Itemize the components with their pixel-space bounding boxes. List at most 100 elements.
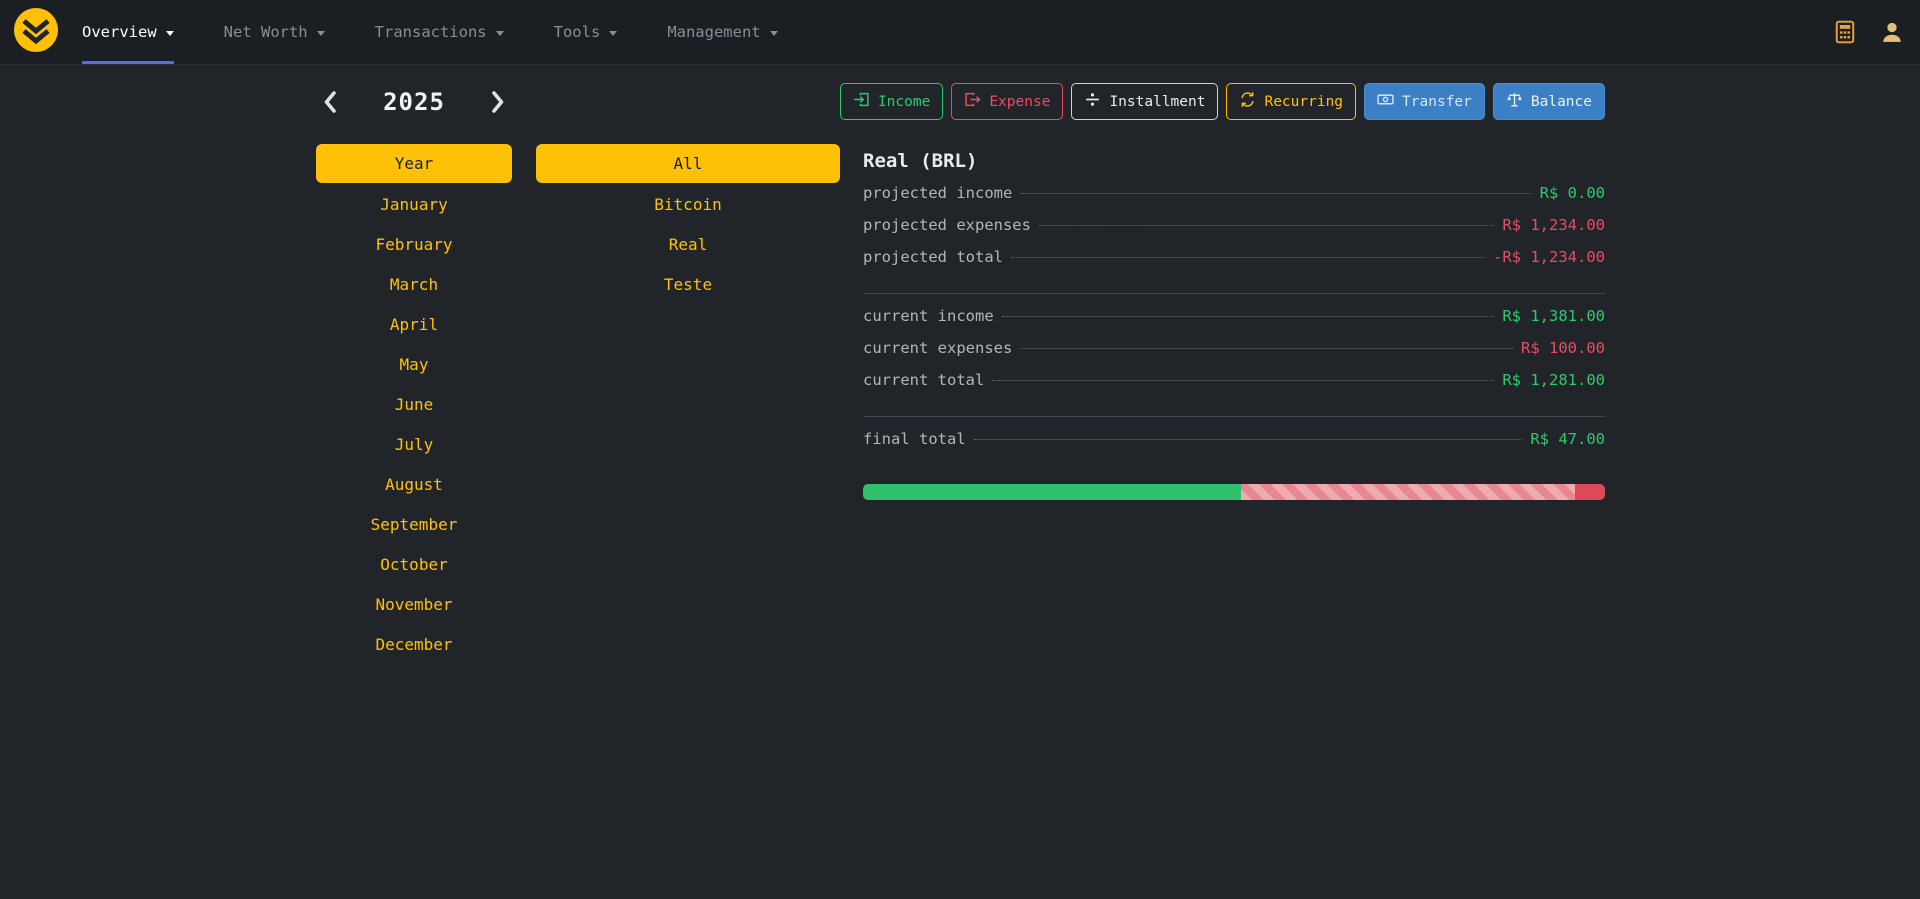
wallet-item-real[interactable]: Real [536,224,840,264]
nav-item-management[interactable]: Management [667,0,777,64]
period-selector-panel: 2025 Year January February March April M… [316,86,840,664]
divider [863,293,1605,294]
summary-row-projected-expenses: projected expenses R$ 1,234.00 [863,216,1605,248]
chevron-left-icon [322,102,337,117]
month-item-november[interactable]: November [316,584,512,624]
row-label: current expenses [863,339,1012,357]
chevron-down-icon [609,31,617,36]
row-value: R$ 100.00 [1521,339,1605,357]
wallets-column: All Bitcoin Real Teste [536,144,840,304]
row-value: R$ 1,381.00 [1502,307,1605,325]
row-value: R$ 47.00 [1530,430,1605,448]
previous-year-button[interactable] [318,86,341,118]
month-item-december[interactable]: December [316,624,512,664]
all-wallets-button[interactable]: All [536,144,840,183]
year-label: 2025 [383,88,445,116]
chevron-down-icon [496,31,504,36]
transfer-filter-button[interactable]: Transfer [1364,83,1485,120]
summary-row-current-expenses: current expenses R$ 100.00 [863,339,1605,371]
filter-label: Income [878,94,930,110]
expense-filter-button[interactable]: Expense [951,83,1063,120]
month-item-may[interactable]: May [316,344,512,384]
year-filter-button[interactable]: Year [316,144,512,183]
progress-income-segment [863,484,1241,500]
currency-title: Real (BRL) [863,150,1605,172]
income-expense-progress-bar [863,484,1605,500]
user-profile-button[interactable] [1878,18,1906,46]
month-item-june[interactable]: June [316,384,512,424]
chevron-down-icon [770,31,778,36]
calculator-icon [1834,32,1856,47]
month-item-march[interactable]: March [316,264,512,304]
summary-panel: Income Expense [863,83,1605,500]
nav-item-overview[interactable]: Overview [82,0,174,64]
summary-row-projected-total: projected total -R$ 1,234.00 [863,248,1605,280]
dotted-leader [974,439,1523,440]
month-item-october[interactable]: October [316,544,512,584]
nav-item-label: Transactions [375,23,487,41]
filter-label: Transfer [1402,94,1472,110]
box-arrow-out-icon [964,91,981,112]
logo-icon [14,8,58,56]
progress-expense-striped-segment [1241,484,1575,500]
nav-item-label: Management [667,23,760,41]
wallet-item-teste[interactable]: Teste [536,264,840,304]
row-label: projected income [863,184,1012,202]
dotted-leader [992,380,1494,381]
main-nav: Overview Net Worth Transactions Tools Ma… [82,0,778,64]
summary-row-current-income: current income R$ 1,381.00 [863,307,1605,339]
dotted-leader [1002,316,1495,317]
recurring-filter-button[interactable]: Recurring [1226,83,1356,120]
balance-filter-button[interactable]: Balance [1493,83,1605,120]
summary-row-current-total: current total R$ 1,281.00 [863,371,1605,403]
row-label: projected expenses [863,216,1031,234]
row-label: current income [863,307,994,325]
navbar-actions [1832,0,1906,64]
month-item-february[interactable]: February [316,224,512,264]
nav-item-label: Tools [554,23,601,41]
chevron-right-icon [491,102,506,117]
repeat-icon [1239,91,1256,112]
row-value: -R$ 1,234.00 [1493,248,1605,266]
row-label: projected total [863,248,1003,266]
filter-label: Installment [1109,94,1205,110]
chevron-down-icon [317,31,325,36]
transaction-type-filters: Income Expense [863,83,1605,120]
box-arrow-in-icon [853,91,870,112]
filter-label: Expense [989,94,1050,110]
cash-icon [1377,91,1394,112]
next-year-button[interactable] [487,86,510,118]
row-label: current total [863,371,984,389]
divide-icon [1084,91,1101,112]
year-navigation: 2025 [316,86,512,118]
progress-expense-solid-segment [1575,484,1605,500]
dotted-leader [1020,193,1531,194]
user-icon [1880,32,1904,47]
app-logo[interactable] [14,0,58,64]
calculator-button[interactable] [1832,18,1858,46]
month-item-september[interactable]: September [316,504,512,544]
summary-row-final-total: final total R$ 47.00 [863,430,1605,462]
chevron-down-icon [166,31,174,36]
nav-item-net-worth[interactable]: Net Worth [224,0,325,64]
row-value: R$ 0.00 [1540,184,1605,202]
filter-label: Balance [1531,94,1592,110]
month-item-january[interactable]: January [316,184,512,224]
nav-item-label: Net Worth [224,23,308,41]
wallet-item-bitcoin[interactable]: Bitcoin [536,184,840,224]
month-item-august[interactable]: August [316,464,512,504]
installment-filter-button[interactable]: Installment [1071,83,1218,120]
dotted-leader [1020,348,1513,349]
income-filter-button[interactable]: Income [840,83,943,120]
dotted-leader [1039,225,1494,226]
months-column: Year January February March April May Ju… [316,144,512,664]
nav-item-label: Overview [82,23,157,41]
month-item-july[interactable]: July [316,424,512,464]
summary-row-projected-income: projected income R$ 0.00 [863,184,1605,216]
nav-item-tools[interactable]: Tools [554,0,618,64]
month-item-april[interactable]: April [316,304,512,344]
nav-item-transactions[interactable]: Transactions [375,0,504,64]
row-value: R$ 1,281.00 [1502,371,1605,389]
row-value: R$ 1,234.00 [1502,216,1605,234]
divider [863,416,1605,417]
